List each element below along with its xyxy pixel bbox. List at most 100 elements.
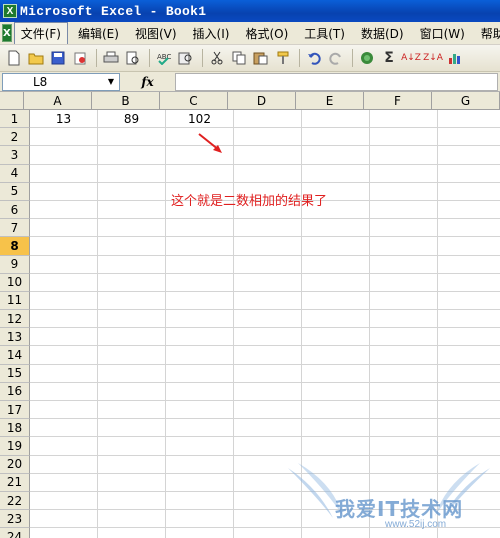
excel-app-icon[interactable]: X [3,4,17,18]
cell-F2[interactable] [370,128,438,147]
save-icon[interactable] [48,48,68,68]
redo-icon[interactable] [326,48,346,68]
cell-B24[interactable] [98,528,166,538]
cell-A3[interactable] [30,146,98,165]
row-header[interactable]: 21 [0,473,30,492]
cell-D4[interactable] [234,164,302,183]
cell-D13[interactable] [234,328,302,347]
cell-A17[interactable] [30,401,98,420]
cell-A20[interactable] [30,455,98,474]
column-header[interactable]: C [160,92,228,110]
cell-F15[interactable] [370,364,438,383]
cell-A9[interactable] [30,255,98,274]
cell-D23[interactable] [234,510,302,529]
insert-function-icon[interactable]: fx [120,73,175,91]
row-header[interactable]: 19 [0,437,30,456]
cell-B15[interactable] [98,364,166,383]
row-header[interactable]: 9 [0,255,30,274]
row-header[interactable]: 7 [0,219,30,238]
cell-G24[interactable] [438,528,500,538]
cell-C8[interactable] [166,237,234,256]
cell-A22[interactable] [30,491,98,511]
cell-G13[interactable] [438,328,500,347]
cell-B3[interactable] [98,146,166,165]
cell-C15[interactable] [166,364,234,383]
cell-A21[interactable] [30,473,98,492]
copy-icon[interactable] [229,48,249,68]
cell-A13[interactable] [30,328,98,347]
cell-F8[interactable] [370,237,438,256]
cell-B18[interactable] [98,419,166,438]
cell-A8[interactable] [30,237,98,256]
cell-C11[interactable] [166,291,234,311]
cell-F16[interactable] [370,382,438,401]
cell-D12[interactable] [234,310,302,329]
cell-F17[interactable] [370,401,438,420]
cell-E1[interactable] [302,110,370,129]
cell-G17[interactable] [438,401,500,420]
cell-C12[interactable] [166,310,234,329]
cell-E10[interactable] [302,273,370,292]
cell-F14[interactable] [370,346,438,365]
cell-C9[interactable] [166,255,234,274]
format-painter-icon[interactable] [273,48,293,68]
menu-file[interactable]: 文件(F) [13,22,68,44]
cell-B17[interactable] [98,401,166,420]
cell-F21[interactable] [370,473,438,492]
cell-G4[interactable] [438,165,500,183]
menu-window[interactable]: 窗口(W) [414,23,471,44]
cell-C4[interactable] [166,164,234,183]
cell-B12[interactable] [98,310,166,329]
cell-F12[interactable] [370,310,438,329]
column-header[interactable]: F [364,92,432,110]
cell-E4[interactable] [302,164,370,183]
cell-B8[interactable] [98,237,166,256]
cell-C13[interactable] [166,328,234,347]
cell-E16[interactable] [302,382,370,401]
cell-D8[interactable] [234,237,302,256]
cell-G3[interactable] [438,146,500,165]
cell-C14[interactable] [166,346,234,365]
cell-C21[interactable] [166,473,234,492]
cell-E9[interactable] [302,255,370,274]
sort-descending-icon[interactable]: Z↓A [423,48,443,68]
cell-D20[interactable] [234,455,302,474]
cell-C23[interactable] [166,510,234,529]
cell-D15[interactable] [234,364,302,383]
permission-icon[interactable] [70,48,90,68]
cell-F9[interactable] [370,255,438,274]
cell-B14[interactable] [98,346,166,365]
cell-G1[interactable] [438,110,500,129]
select-all-corner[interactable] [0,92,24,110]
menu-format[interactable]: 格式(O) [239,23,294,44]
row-header[interactable]: 1 [0,110,30,129]
cell-F3[interactable] [370,146,438,165]
cell-G6[interactable] [438,201,500,220]
cell-B4[interactable] [98,164,166,183]
cell-C16[interactable] [166,382,234,401]
cell-A12[interactable] [30,310,98,329]
cell-G9[interactable] [438,256,500,274]
cell-E17[interactable] [302,401,370,420]
cell-G15[interactable] [438,365,500,383]
cell-F11[interactable] [370,291,438,311]
cell-E20[interactable] [302,455,370,474]
column-header[interactable]: E [296,92,364,110]
cell-C20[interactable] [166,455,234,474]
column-header[interactable]: G [432,92,500,110]
cell-D9[interactable] [234,255,302,274]
cell-F13[interactable] [370,328,438,347]
cell-A14[interactable] [30,346,98,365]
column-header[interactable]: B [92,92,160,110]
row-header[interactable]: 11 [0,291,30,311]
cell-B23[interactable] [98,510,166,529]
cell-A7[interactable] [30,219,98,238]
row-header[interactable]: 12 [0,310,30,329]
row-header[interactable]: 20 [0,455,30,474]
undo-icon[interactable] [304,48,324,68]
cell-C19[interactable] [166,437,234,456]
sort-ascending-icon[interactable]: A↓Z [401,48,421,68]
menu-tools[interactable]: 工具(T) [298,23,351,44]
menu-data[interactable]: 数据(D) [355,23,410,44]
row-header[interactable]: 24 [0,528,30,538]
